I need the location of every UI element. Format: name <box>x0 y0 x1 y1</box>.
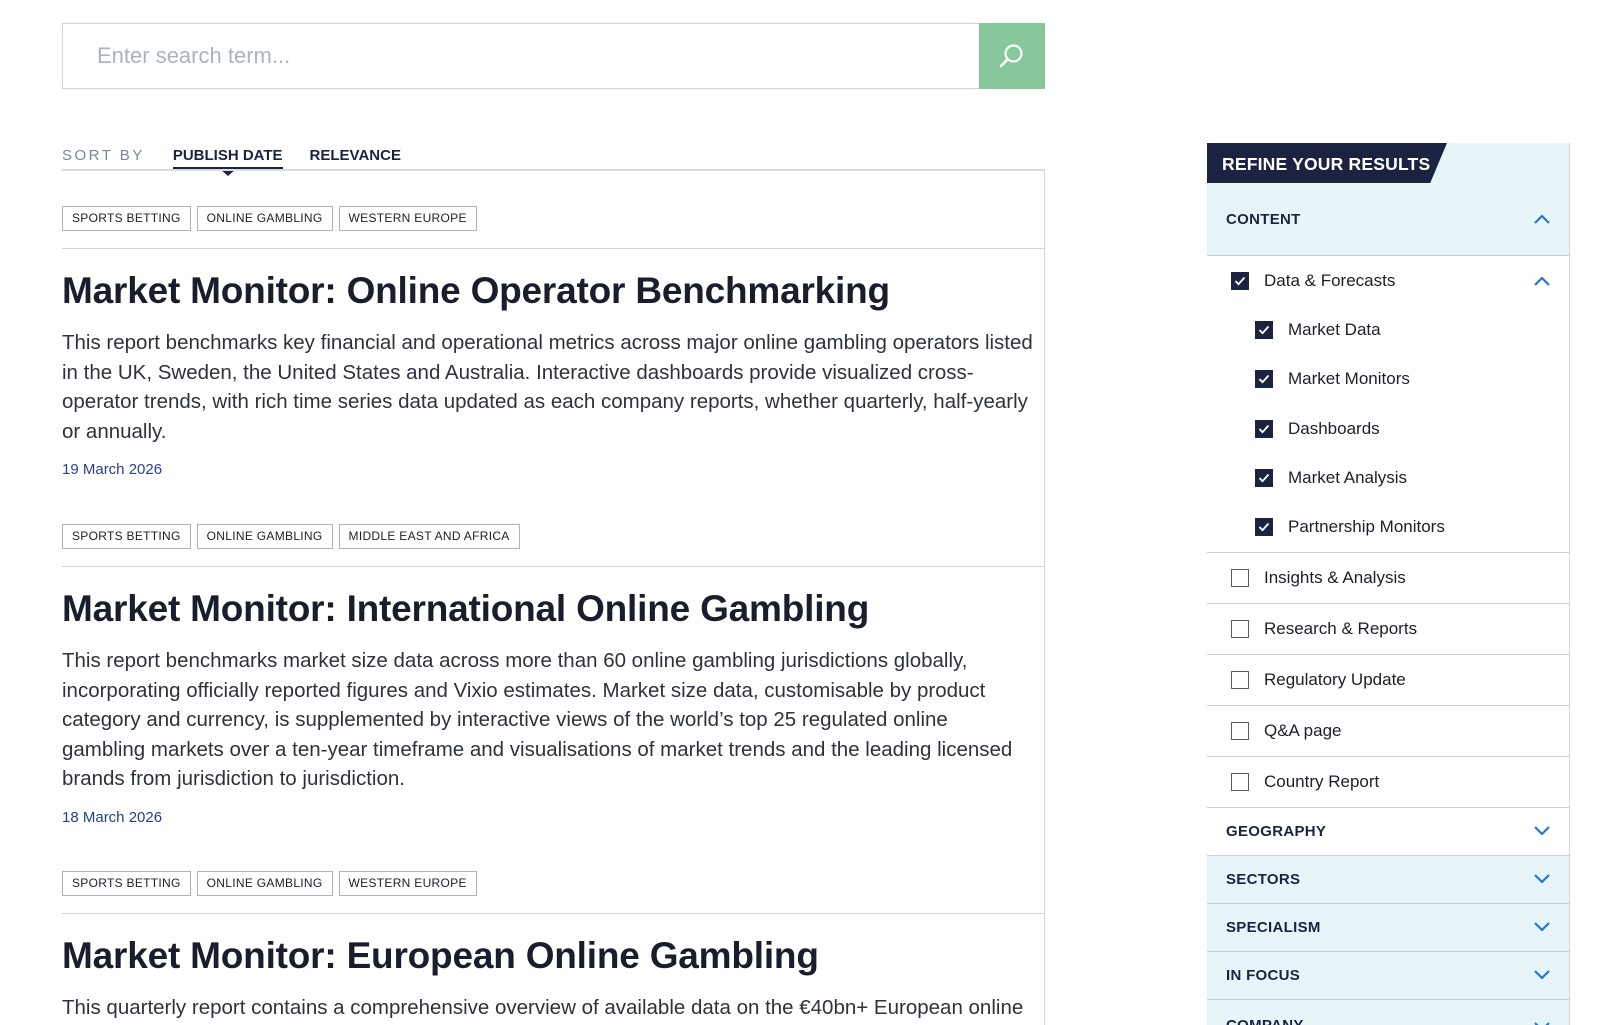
tag[interactable]: ONLINE GAMBLING <box>196 206 333 231</box>
search-button[interactable] <box>979 23 1045 89</box>
check-icon <box>1234 276 1246 286</box>
checkbox-checked[interactable] <box>1255 370 1273 389</box>
filter-list: CONTENT Data & Forecasts Market Data Mar <box>1207 183 1569 1025</box>
result-title[interactable]: Market Monitor: Online Operator Benchmar… <box>62 270 1045 312</box>
section-content[interactable]: CONTENT <box>1207 183 1569 256</box>
filter-label: Research & Reports <box>1264 618 1418 638</box>
section-company[interactable]: COMPANY <box>1207 999 1569 1025</box>
divider <box>62 913 1045 914</box>
result-title[interactable]: Market Monitor: International Online Gam… <box>62 588 1045 630</box>
filter-market-data[interactable]: Market Data <box>1207 305 1569 355</box>
filter-regulatory-update[interactable]: Regulatory Update <box>1207 654 1569 706</box>
filter-label: Market Analysis <box>1288 468 1408 488</box>
checkbox-unchecked[interactable] <box>1231 721 1249 740</box>
chevron-down-icon[interactable] <box>1533 825 1551 837</box>
filter-label: Dashboards <box>1288 418 1380 438</box>
refine-title: REFINE YOUR RESULTS <box>1222 154 1431 174</box>
checkbox-unchecked[interactable] <box>1231 619 1249 638</box>
checkbox-checked[interactable] <box>1231 271 1249 290</box>
result-date: 19 March 2026 <box>62 461 163 478</box>
filter-qa-page[interactable]: Q&A page <box>1207 705 1569 757</box>
filter-label: Partnership Monitors <box>1288 517 1445 537</box>
filter-dashboards[interactable]: Dashboards <box>1207 404 1569 454</box>
tag[interactable]: WESTERN EUROPE <box>338 871 477 896</box>
filter-insights-analysis[interactable]: Insights & Analysis <box>1207 552 1569 604</box>
filter-label: Insights & Analysis <box>1264 567 1406 587</box>
filter-partnership-monitors[interactable]: Partnership Monitors <box>1207 503 1569 553</box>
search-icon <box>999 44 1023 68</box>
tag[interactable]: SPORTS BETTING <box>62 524 191 549</box>
chevron-down-icon[interactable] <box>1533 969 1551 981</box>
section-in-focus[interactable]: IN FOCUS <box>1207 951 1569 1000</box>
section-geography[interactable]: GEOGRAPHY <box>1207 807 1569 856</box>
check-icon <box>1258 424 1270 434</box>
result-item: SPORTS BETTING ONLINE GAMBLING WESTERN E… <box>62 206 1045 478</box>
results-list: SPORTS BETTING ONLINE GAMBLING WESTERN E… <box>62 171 1045 1025</box>
result-description: This report benchmarks market size data … <box>62 649 1013 790</box>
filter-market-monitors[interactable]: Market Monitors <box>1207 354 1569 404</box>
content-panel: Data & Forecasts Market Data Market Moni… <box>1207 256 1569 808</box>
tag[interactable]: ONLINE GAMBLING <box>196 524 333 549</box>
filter-research-reports[interactable]: Research & Reports <box>1207 603 1569 655</box>
section-specialism[interactable]: SPECIALISM <box>1207 903 1569 952</box>
chevron-up-icon[interactable] <box>1533 275 1551 287</box>
tag[interactable]: WESTERN EUROPE <box>338 206 477 231</box>
section-label: COMPANY <box>1226 1016 1304 1025</box>
checkbox-checked[interactable] <box>1255 419 1273 438</box>
sort-option-relevance[interactable]: RELEVANCE <box>310 147 401 170</box>
check-icon <box>1258 325 1270 335</box>
sort-label: SORT BY <box>62 147 145 164</box>
chevron-down-icon[interactable] <box>1533 1021 1551 1025</box>
filter-market-analysis[interactable]: Market Analysis <box>1207 453 1569 503</box>
chevron-up-icon[interactable] <box>1533 213 1551 225</box>
chevron-down-icon[interactable] <box>1533 921 1551 933</box>
checkbox-checked[interactable] <box>1255 518 1273 537</box>
result-description: This report benchmarks key financial and… <box>62 331 1033 443</box>
checkbox-unchecked[interactable] <box>1231 772 1249 791</box>
section-label: CONTENT <box>1226 210 1301 228</box>
checkbox-unchecked[interactable] <box>1231 568 1249 587</box>
tag[interactable]: SPORTS BETTING <box>62 871 191 896</box>
section-label: GEOGRAPHY <box>1226 822 1327 840</box>
refine-sidebar: REFINE YOUR RESULTS CONTENT Data & Forec… <box>1207 143 1570 1025</box>
check-icon <box>1258 523 1270 532</box>
search-input[interactable] <box>62 23 979 89</box>
result-title[interactable]: Market Monitor: European Online Gambling <box>62 935 1045 977</box>
tag-list: SPORTS BETTING ONLINE GAMBLING MIDDLE EA… <box>62 524 1045 549</box>
filter-label: Country Report <box>1264 771 1380 791</box>
filter-label: Market Monitors <box>1288 369 1410 389</box>
filter-label: Q&A page <box>1264 720 1342 740</box>
checkbox-unchecked[interactable] <box>1231 670 1249 689</box>
result-item: SPORTS BETTING ONLINE GAMBLING WESTERN E… <box>62 871 1045 1023</box>
divider <box>62 566 1045 567</box>
filter-country-report[interactable]: Country Report <box>1207 756 1569 808</box>
filter-label: Regulatory Update <box>1264 669 1406 689</box>
sort-option-publish-date[interactable]: PUBLISH DATE <box>172 147 283 176</box>
divider <box>62 248 1045 249</box>
sort-bar: SORT BY PUBLISH DATE RELEVANCE <box>62 146 1045 176</box>
check-icon <box>1258 375 1270 384</box>
check-icon <box>1258 474 1270 483</box>
section-label: IN FOCUS <box>1226 966 1301 984</box>
section-label: SPECIALISM <box>1226 918 1321 936</box>
chevron-down-icon[interactable] <box>1533 873 1551 885</box>
filter-data-forecasts[interactable]: Data & Forecasts <box>1207 256 1569 305</box>
search-bar <box>62 23 1045 89</box>
tag[interactable]: SPORTS BETTING <box>62 206 191 231</box>
checkbox-checked[interactable] <box>1255 320 1273 339</box>
checkbox-checked[interactable] <box>1255 469 1273 488</box>
tag-list: SPORTS BETTING ONLINE GAMBLING WESTERN E… <box>62 206 1045 231</box>
tag[interactable]: MIDDLE EAST AND AFRICA <box>338 524 520 549</box>
tag[interactable]: ONLINE GAMBLING <box>196 871 333 896</box>
result-description: This quarterly report contains a compreh… <box>62 996 1024 1019</box>
result-item: SPORTS BETTING ONLINE GAMBLING MIDDLE EA… <box>62 524 1045 826</box>
filter-label: Market Data <box>1288 319 1381 339</box>
result-date: 18 March 2026 <box>62 808 163 826</box>
section-sectors[interactable]: SECTORS <box>1207 855 1569 904</box>
tag-list: SPORTS BETTING ONLINE GAMBLING WESTERN E… <box>62 871 1045 896</box>
filter-label: Data & Forecasts <box>1264 270 1396 290</box>
refine-header: REFINE YOUR RESULTS <box>1207 143 1447 183</box>
section-label: SECTORS <box>1226 870 1301 888</box>
